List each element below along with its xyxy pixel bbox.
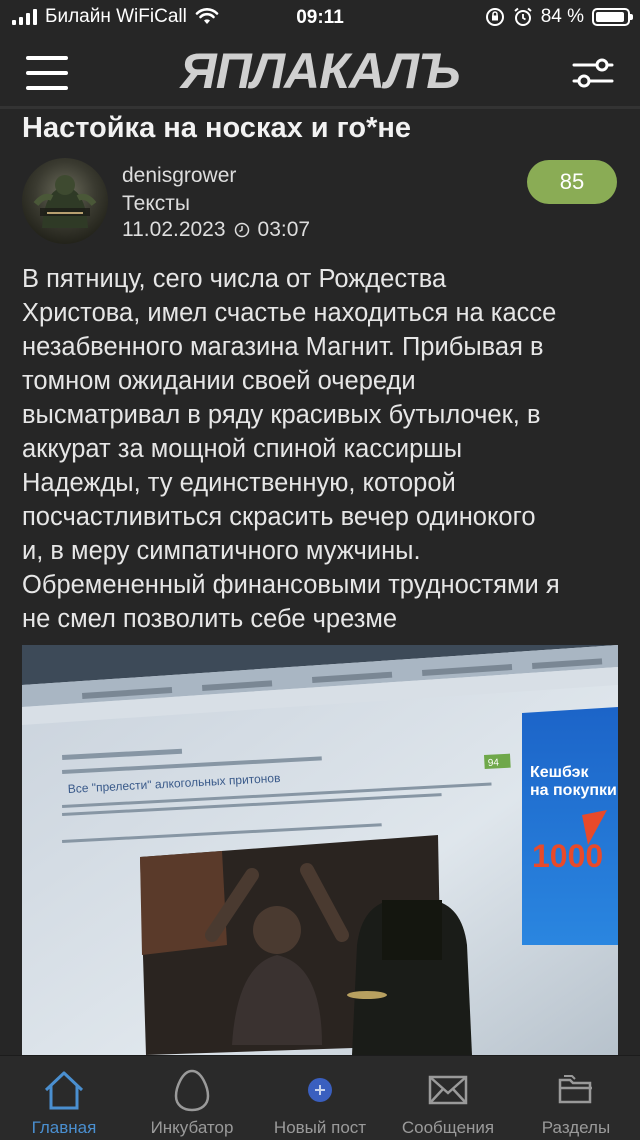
post-body: В пятницу, сего числа от Рождества Христ… [22, 265, 560, 633]
nav-home-label: Главная [31, 1118, 97, 1137]
avatar-image [33, 175, 97, 228]
photo-ad-line1: Кешбэк [530, 764, 590, 781]
battery-icon [592, 8, 633, 26]
nav-messages[interactable]: Сообщения [384, 1056, 512, 1140]
photo-ad-line2: на покупки [530, 782, 617, 799]
post-section[interactable]: Тексты [122, 192, 190, 216]
status-right: 84 % [485, 6, 633, 28]
nav-sections-label: Разделы [541, 1118, 611, 1137]
alarm-icon [514, 7, 532, 26]
photo-inner-rating: 94 [488, 757, 500, 769]
post-time: 03:07 [257, 218, 311, 241]
bottom-nav: Главная Инкубатор Новый пост Сообщения Р… [0, 1055, 640, 1140]
post-datetime: 11.02.2023 03:07 [122, 218, 310, 242]
nav-new-post-label: Новый пост [273, 1118, 367, 1137]
nav-new-post[interactable]: Новый пост [256, 1056, 384, 1140]
settings-sliders-icon[interactable] [572, 56, 614, 90]
rating-badge[interactable]: 85 [527, 160, 617, 204]
post-photo[interactable]: Все "прелести" алкогольных притонов 94 К… [22, 645, 618, 1055]
author-name[interactable]: denisgrower [122, 164, 236, 188]
app-header: ЯПЛАКАЛЪ [0, 38, 640, 106]
post-title[interactable]: Настойка на носках и го*не [22, 112, 411, 145]
post-date: 11.02.2023 [122, 218, 226, 241]
nav-messages-label: Сообщения [401, 1118, 495, 1137]
egg-icon [174, 1069, 210, 1112]
author-avatar[interactable] [22, 158, 108, 244]
header-divider [0, 106, 640, 109]
photo-image: Все "прелести" алкогольных притонов 94 К… [22, 645, 618, 1055]
site-logo[interactable]: ЯПЛАКАЛЪ [0, 42, 640, 100]
clock-icon [234, 222, 249, 238]
rotation-lock-icon [485, 8, 504, 26]
nav-home[interactable]: Главная [0, 1056, 128, 1140]
nav-incubator[interactable]: Инкубатор [128, 1056, 256, 1140]
battery-percent: 84 % [540, 6, 584, 27]
folders-icon [558, 1075, 592, 1104]
nav-incubator-label: Инкубатор [150, 1118, 234, 1137]
home-icon [44, 1071, 84, 1110]
status-bar: Билайн WiFiCall 09:11 84 % [0, 0, 640, 38]
plus-circle-icon [308, 1078, 332, 1102]
mail-icon [428, 1075, 468, 1105]
nav-sections[interactable]: Разделы [512, 1056, 640, 1140]
photo-ad-amount: 1000 [532, 838, 603, 874]
